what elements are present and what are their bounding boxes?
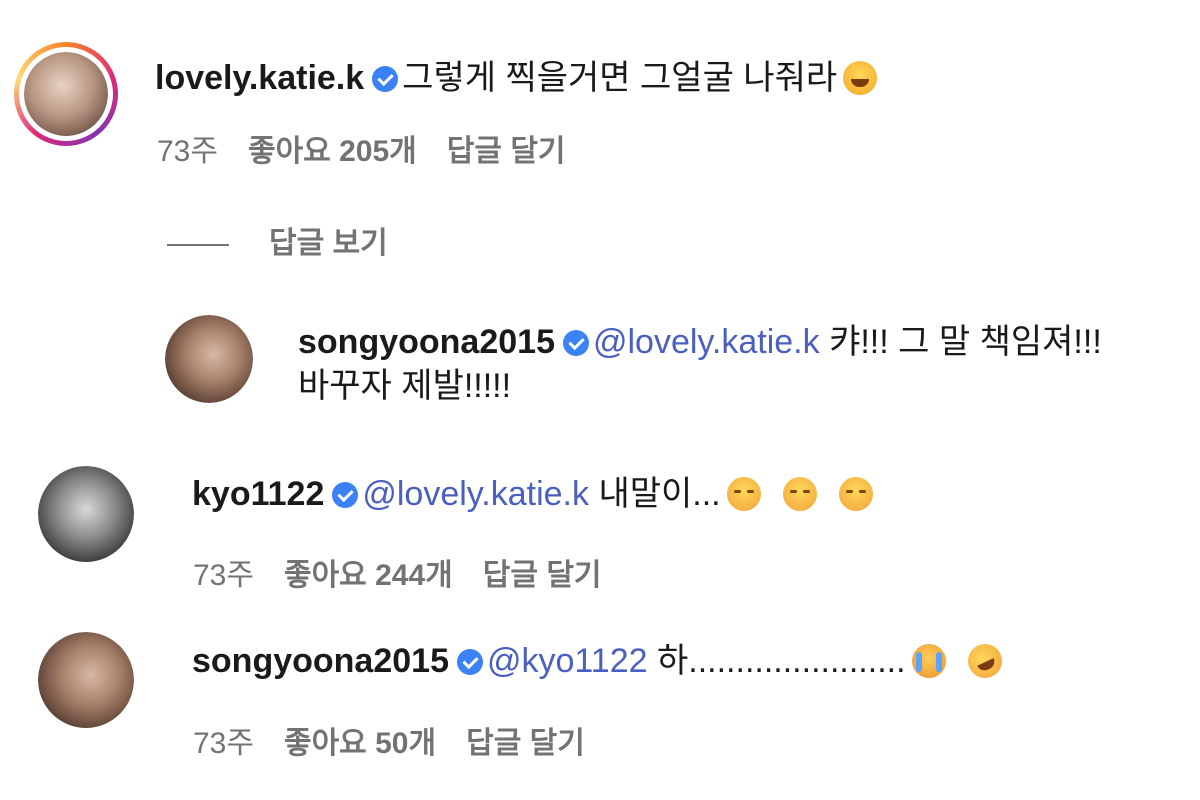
pensive-face-emoji-icon bbox=[782, 477, 817, 511]
mention-link[interactable]: @lovely.katie.k bbox=[593, 323, 820, 361]
avatar[interactable] bbox=[165, 315, 253, 403]
pensive-face-emoji-icon bbox=[726, 477, 761, 511]
comment-text: 캬!!! 그 말 책임져!!! bbox=[829, 323, 1102, 361]
comment-text: 그렇게 찍을거면 그얼굴 나줘라 bbox=[402, 59, 838, 97]
mention-link[interactable]: @lovely.katie.k bbox=[362, 475, 589, 513]
username[interactable]: lovely.katie.k bbox=[155, 59, 364, 97]
pensive-face-emoji-icon bbox=[838, 477, 873, 511]
like-count[interactable]: 좋아요 50개 bbox=[284, 727, 436, 760]
verified-badge-icon bbox=[372, 66, 399, 92]
crying-face-emoji-icon bbox=[911, 644, 946, 678]
mention-link[interactable]: @kyo1122 bbox=[487, 642, 648, 680]
comment-body: songyoona2015 @kyo1122 하.................… bbox=[192, 638, 1008, 684]
like-count[interactable]: 좋아요 244개 bbox=[284, 559, 453, 592]
comment-text: 내말이... bbox=[598, 475, 721, 513]
comment-text: 하....................... bbox=[656, 642, 906, 680]
verified-badge-icon bbox=[332, 482, 359, 508]
verified-badge-icon bbox=[456, 649, 483, 675]
username[interactable]: songyoona2015 bbox=[298, 323, 555, 361]
comment-body: lovely.katie.k 그렇게 찍을거면 그얼굴 나줘라 bbox=[155, 58, 878, 98]
verified-badge-icon bbox=[562, 330, 589, 356]
comment-body: songyoona2015 @lovely.katie.k 캬!!! 그 말 책임… bbox=[298, 322, 1102, 362]
avatar[interactable] bbox=[38, 632, 134, 728]
username[interactable]: kyo1122 bbox=[192, 475, 324, 513]
view-replies-label: 답글 보기 bbox=[269, 227, 388, 260]
reply-button[interactable]: 답글 달기 bbox=[447, 135, 566, 168]
comment-time: 73주 bbox=[193, 559, 254, 592]
comment-body-line2: 바꾸자 제발!!!!! bbox=[298, 366, 511, 406]
comment-meta: 73주 좋아요 244개 답글 달기 bbox=[193, 550, 632, 594]
username[interactable]: songyoona2015 bbox=[192, 642, 449, 680]
rofl-face-emoji-icon bbox=[961, 638, 1008, 684]
like-count[interactable]: 좋아요 205개 bbox=[248, 135, 417, 168]
reply-button[interactable]: 답글 달기 bbox=[483, 559, 602, 592]
comment-meta: 73주 좋아요 205개 답글 달기 bbox=[157, 126, 596, 170]
laughing-with-tears-emoji-icon bbox=[843, 61, 878, 95]
avatar[interactable] bbox=[24, 52, 108, 136]
divider bbox=[167, 244, 229, 247]
view-replies-button[interactable]: 답글 보기 bbox=[167, 218, 388, 262]
comment-time: 73주 bbox=[157, 135, 218, 168]
avatar[interactable] bbox=[38, 466, 134, 562]
reply-button[interactable]: 답글 달기 bbox=[466, 727, 585, 760]
comment-text-continued: 바꾸자 제발!!!!! bbox=[298, 367, 512, 405]
comment-body: kyo1122 @lovely.katie.k 내말이... bbox=[192, 474, 873, 514]
comment-meta: 73주 좋아요 50개 답글 달기 bbox=[193, 718, 615, 762]
comment-time: 73주 bbox=[193, 727, 254, 760]
